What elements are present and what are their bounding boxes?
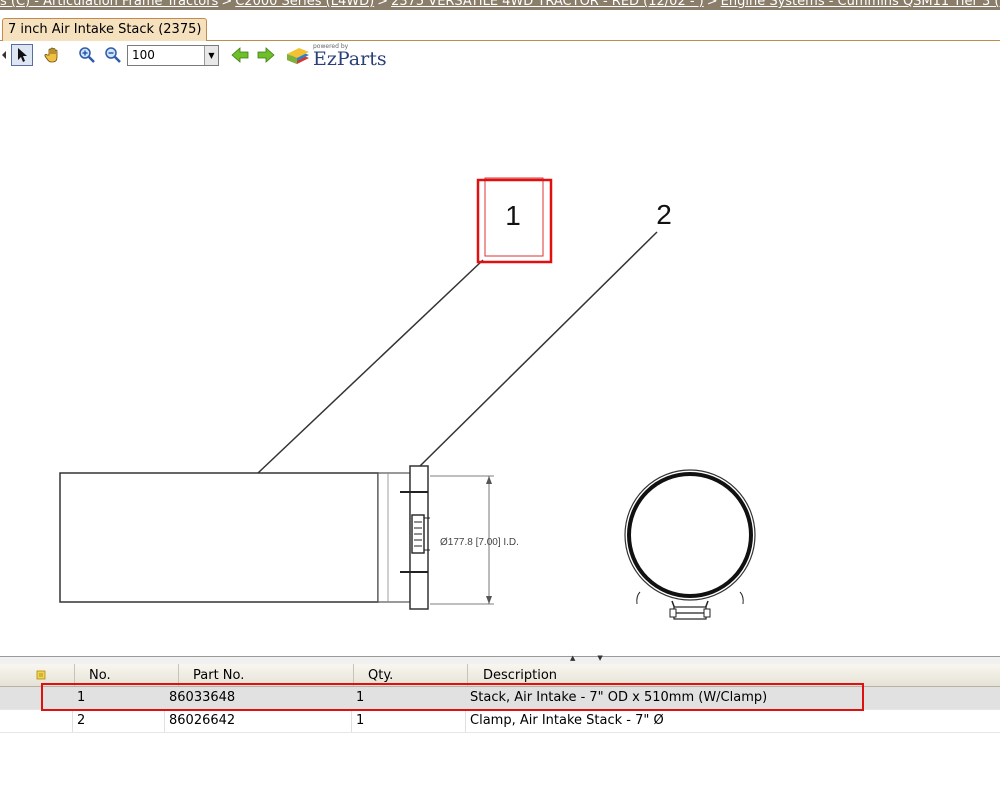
breadcrumb-link-category[interactable]: s (C) - Articulation Frame Tractors bbox=[0, 0, 218, 9]
cell-no: 2 bbox=[72, 710, 164, 732]
breadcrumb-separator: > bbox=[706, 0, 718, 9]
zoom-out-button[interactable] bbox=[102, 44, 124, 66]
chevron-down-icon[interactable]: ▼ bbox=[204, 46, 218, 65]
zoom-out-icon bbox=[105, 47, 121, 63]
brand-name: EzParts bbox=[313, 48, 387, 70]
tab-bar: 7 inch Air Intake Stack (2375) bbox=[0, 10, 1000, 41]
breadcrumb-separator: > bbox=[221, 0, 233, 9]
select-pointer-button[interactable] bbox=[11, 44, 33, 66]
zoom-in-icon bbox=[79, 47, 95, 63]
row-marker-cell bbox=[0, 710, 72, 732]
callout-1-leader bbox=[257, 259, 484, 474]
forward-button[interactable] bbox=[255, 44, 277, 66]
splitter-grip-icon[interactable]: ▲▼ bbox=[570, 654, 625, 662]
clamp-end-view[interactable] bbox=[627, 472, 753, 598]
callout-1-label[interactable]: 1 bbox=[505, 200, 521, 231]
cell-qty: 1 bbox=[351, 710, 465, 732]
arrow-left-icon bbox=[231, 47, 249, 63]
arrow-right-icon bbox=[257, 47, 275, 63]
breadcrumb-separator: > bbox=[377, 0, 389, 9]
breadcrumb-link-model[interactable]: 2375 VERSATILE 4WD TRACTOR - RED (12/02 … bbox=[391, 0, 704, 9]
scroll-left-icon[interactable] bbox=[0, 44, 8, 66]
zoom-level-select[interactable]: 100 ▼ bbox=[127, 45, 219, 66]
pan-button[interactable] bbox=[42, 44, 64, 66]
breadcrumb-link-engine-systems[interactable]: Engine Systems - Cummins QSM11 Tier 3 (2… bbox=[721, 0, 1000, 9]
callout-2-leader bbox=[419, 231, 658, 467]
air-intake-stack-tube[interactable] bbox=[59, 472, 379, 603]
clamp-end-view-outer bbox=[624, 469, 756, 601]
cell-description: Clamp, Air Intake Stack - 7" Ø bbox=[465, 710, 1000, 732]
hand-icon bbox=[44, 47, 58, 63]
parts-diagram: 1 2 Ø177.8 [7.00] I.D. bbox=[59, 177, 756, 620]
books-icon bbox=[287, 48, 309, 64]
parts-diagram-canvas[interactable]: 1 2 Ø177.8 [7.00] I.D. bbox=[0, 72, 1000, 656]
pointer-icon bbox=[18, 48, 27, 62]
selected-row-highlight bbox=[41, 683, 864, 711]
cell-part-no: 86026642 bbox=[164, 710, 351, 732]
ezparts-logo: powered by EzParts bbox=[285, 42, 395, 70]
note-icon bbox=[36, 670, 46, 680]
viewer-toolbar: 100 ▼ powered by EzParts bbox=[0, 42, 400, 70]
table-row[interactable]: 2 86026642 1 Clamp, Air Intake Stack - 7… bbox=[0, 710, 1000, 733]
breadcrumb-link-series[interactable]: C2000 Series (L4WD) bbox=[235, 0, 374, 9]
back-button[interactable] bbox=[229, 44, 251, 66]
tab-air-intake-stack[interactable]: 7 inch Air Intake Stack (2375) bbox=[2, 18, 208, 41]
zoom-in-button[interactable] bbox=[76, 44, 98, 66]
breadcrumb: s (C) - Articulation Frame Tractors > C200… bbox=[0, 0, 1000, 10]
zoom-level-value: 100 bbox=[132, 48, 155, 62]
inner-diameter-dimension: Ø177.8 [7.00] I.D. bbox=[440, 537, 519, 548]
callout-2-label[interactable]: 2 bbox=[656, 199, 672, 230]
